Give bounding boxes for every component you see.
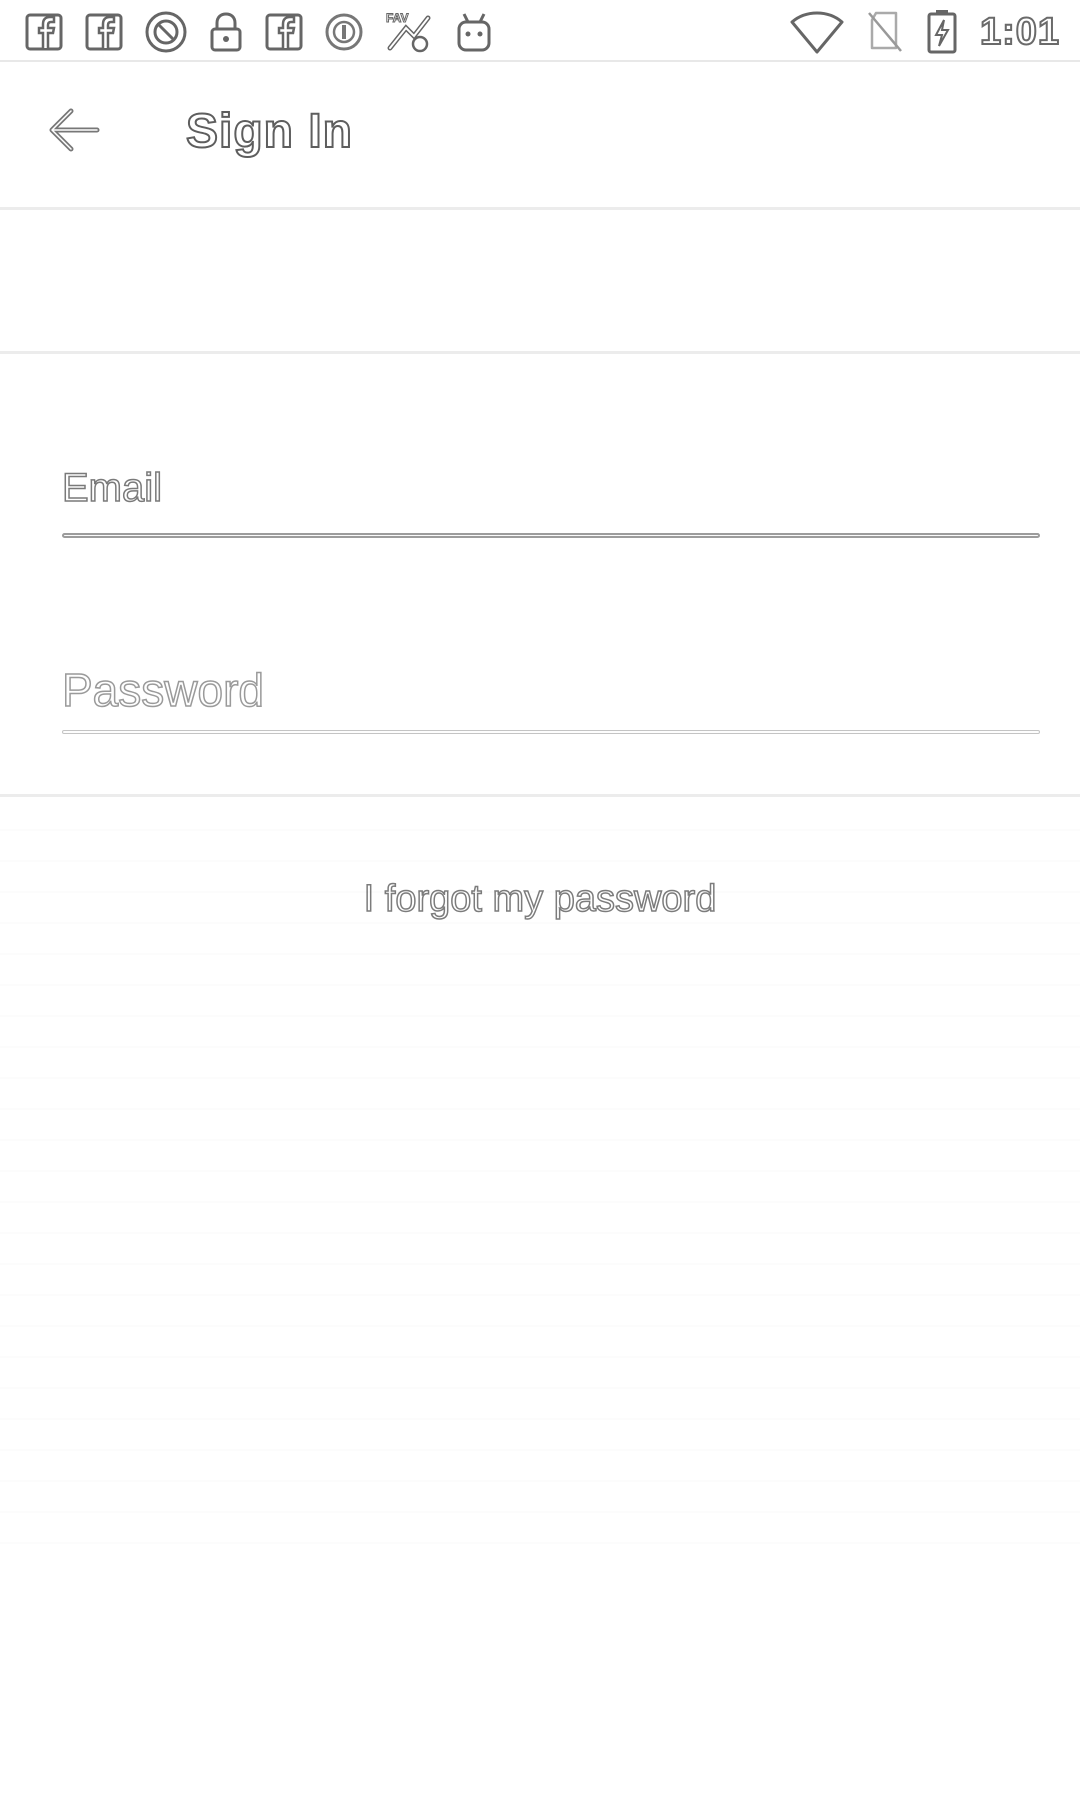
svg-text:FAV: FAV bbox=[386, 11, 408, 25]
email-underline bbox=[62, 533, 1040, 538]
battery-charging-icon bbox=[926, 9, 958, 55]
circle-icon bbox=[324, 12, 364, 52]
page-title: Sign In bbox=[185, 104, 353, 159]
android-icon bbox=[454, 10, 494, 54]
password-underline bbox=[62, 730, 1040, 734]
wifi-icon bbox=[790, 10, 844, 54]
divider bbox=[0, 794, 1080, 797]
app-bar: Sign In bbox=[0, 62, 1080, 210]
email-field bbox=[62, 458, 1040, 538]
facebook-icon bbox=[264, 12, 304, 52]
system-icons: 1:01 bbox=[790, 8, 1060, 56]
sign-in-screen: FAV 1:01 Sign In Email I forgot my passw… bbox=[0, 0, 1080, 1794]
back-arrow-icon bbox=[47, 106, 101, 159]
notification-icons: FAV bbox=[24, 8, 494, 56]
no-sim-icon bbox=[866, 10, 904, 54]
back-button[interactable] bbox=[38, 104, 110, 160]
password-input[interactable] bbox=[62, 660, 1040, 720]
game-icon: FAV bbox=[384, 8, 434, 56]
forgot-password-link[interactable]: I forgot my password bbox=[0, 877, 1080, 921]
password-field bbox=[62, 660, 1040, 734]
status-bar: FAV 1:01 bbox=[0, 0, 1080, 62]
banner-area bbox=[0, 212, 1080, 354]
email-input[interactable] bbox=[62, 458, 1040, 518]
facebook-icon bbox=[24, 12, 64, 52]
lock-icon bbox=[208, 11, 244, 53]
sync-icon bbox=[144, 10, 188, 54]
clock: 1:01 bbox=[979, 10, 1060, 54]
facebook-icon bbox=[84, 12, 124, 52]
